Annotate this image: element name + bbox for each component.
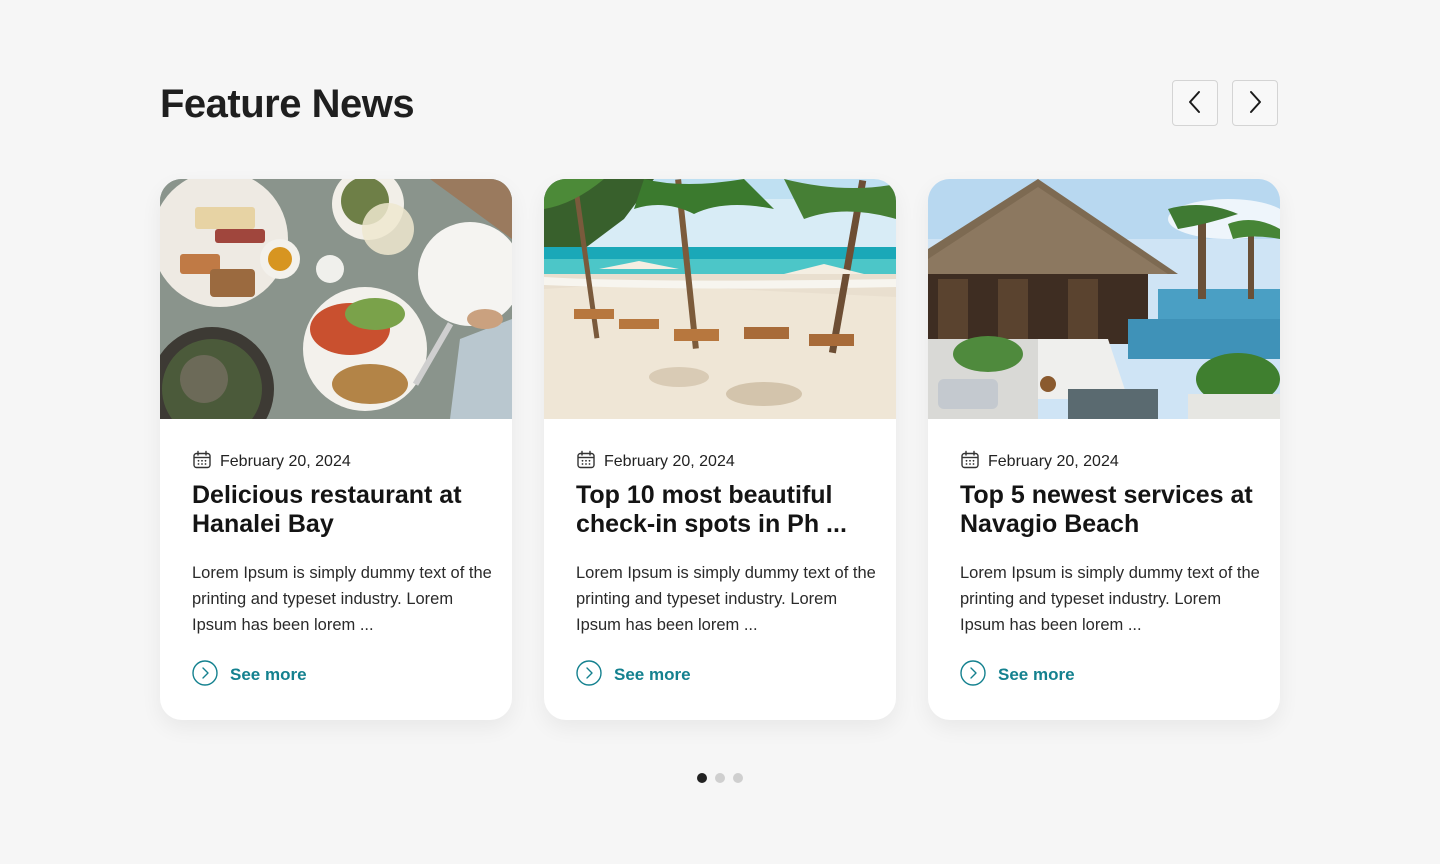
chevron-left-icon xyxy=(1185,89,1205,118)
previous-button[interactable] xyxy=(1172,80,1218,126)
post-date: February 20, 2024 xyxy=(988,453,1119,470)
card-description: Lorem Ipsum is simply dummy text of the … xyxy=(576,564,876,634)
card-description: Lorem Ipsum is simply dummy text of the … xyxy=(192,564,492,634)
card-title[interactable]: Top 5 newest services at Navagio Beach xyxy=(960,481,1260,539)
resort-pool-image[interactable] xyxy=(928,179,1280,419)
calendar-icon xyxy=(192,450,212,475)
see-more-label: See more xyxy=(230,665,307,684)
post-date: February 20, 2024 xyxy=(604,453,735,470)
carousel-pagination xyxy=(697,773,743,783)
section-title: Feature News xyxy=(160,82,415,126)
circle-chevron-right-icon xyxy=(192,659,218,691)
see-more-label: See more xyxy=(614,665,691,684)
next-button[interactable] xyxy=(1232,80,1278,126)
pagination-dot-2[interactable] xyxy=(715,773,725,783)
date-row: February 20, 2024 xyxy=(960,450,1119,475)
calendar-icon xyxy=(960,450,980,475)
news-card[interactable]: February 20, 2024 Delicious restaurant a… xyxy=(160,179,512,720)
see-more-label: See more xyxy=(998,665,1075,684)
feature-news-section: Feature News February 20, 2024 Delicious… xyxy=(0,0,1440,864)
restaurant-food-image[interactable] xyxy=(160,179,512,419)
card-title[interactable]: Delicious restaurant at Hanalei Bay xyxy=(192,481,492,539)
date-row: February 20, 2024 xyxy=(192,450,351,475)
card-title[interactable]: Top 10 most beautiful check-in spots in … xyxy=(576,481,876,539)
date-row: February 20, 2024 xyxy=(576,450,735,475)
see-more-link[interactable]: See more xyxy=(192,659,307,691)
pagination-dot-3[interactable] xyxy=(733,773,743,783)
pagination-dot-1[interactable] xyxy=(697,773,707,783)
see-more-link[interactable]: See more xyxy=(576,659,691,691)
circle-chevron-right-icon xyxy=(960,659,986,691)
calendar-icon xyxy=(576,450,596,475)
news-card[interactable]: February 20, 2024 Top 5 newest services … xyxy=(928,179,1280,720)
circle-chevron-right-icon xyxy=(576,659,602,691)
tropical-beach-image[interactable] xyxy=(544,179,896,419)
card-description: Lorem Ipsum is simply dummy text of the … xyxy=(960,564,1260,634)
post-date: February 20, 2024 xyxy=(220,453,351,470)
chevron-right-icon xyxy=(1245,89,1265,118)
see-more-link[interactable]: See more xyxy=(960,659,1075,691)
news-card[interactable]: February 20, 2024 Top 10 most beautiful … xyxy=(544,179,896,720)
